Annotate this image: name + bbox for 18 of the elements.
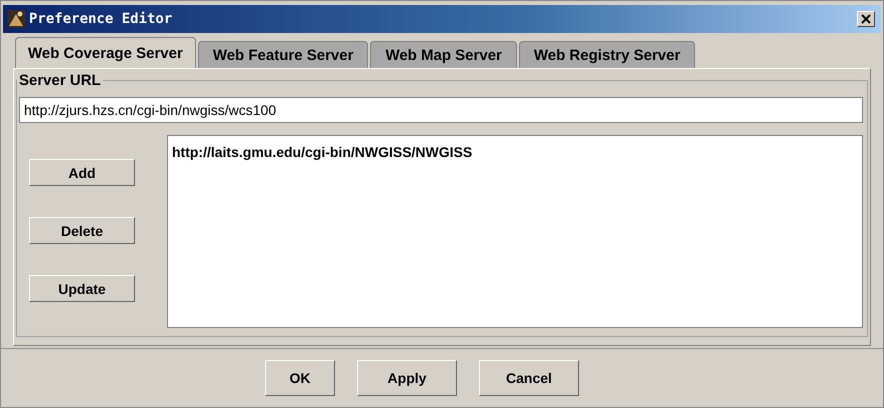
close-button[interactable] bbox=[857, 11, 875, 27]
close-icon bbox=[861, 14, 871, 24]
group-label: Server URL bbox=[18, 72, 102, 89]
tab[interactable]: Web Feature Server bbox=[198, 41, 368, 68]
tab[interactable]: Web Registry Server bbox=[518, 41, 696, 68]
url-field[interactable]: http://zjurs.hzs.cn/cgi-bin/nwgiss/wcs100 bbox=[19, 97, 863, 123]
dialog-button[interactable]: Cancel bbox=[479, 360, 579, 396]
side-button[interactable]: Delete bbox=[29, 217, 135, 244]
app-icon bbox=[7, 10, 25, 28]
dialog-button[interactable]: OK bbox=[265, 360, 335, 396]
side-button[interactable]: Add bbox=[29, 159, 135, 186]
tab[interactable]: Web Coverage Server bbox=[15, 37, 196, 68]
server-list[interactable]: http://laits.gmu.edu/cgi-bin/NWGISS/NWGISS bbox=[167, 135, 863, 328]
tab[interactable]: Web Map Server bbox=[370, 41, 517, 68]
list-item[interactable]: http://laits.gmu.edu/cgi-bin/NWGISS/NWGISS bbox=[172, 144, 858, 160]
dialog-button[interactable]: Apply bbox=[357, 360, 457, 396]
window-title: Preference Editor bbox=[29, 11, 174, 27]
side-button[interactable]: Update bbox=[29, 275, 135, 302]
